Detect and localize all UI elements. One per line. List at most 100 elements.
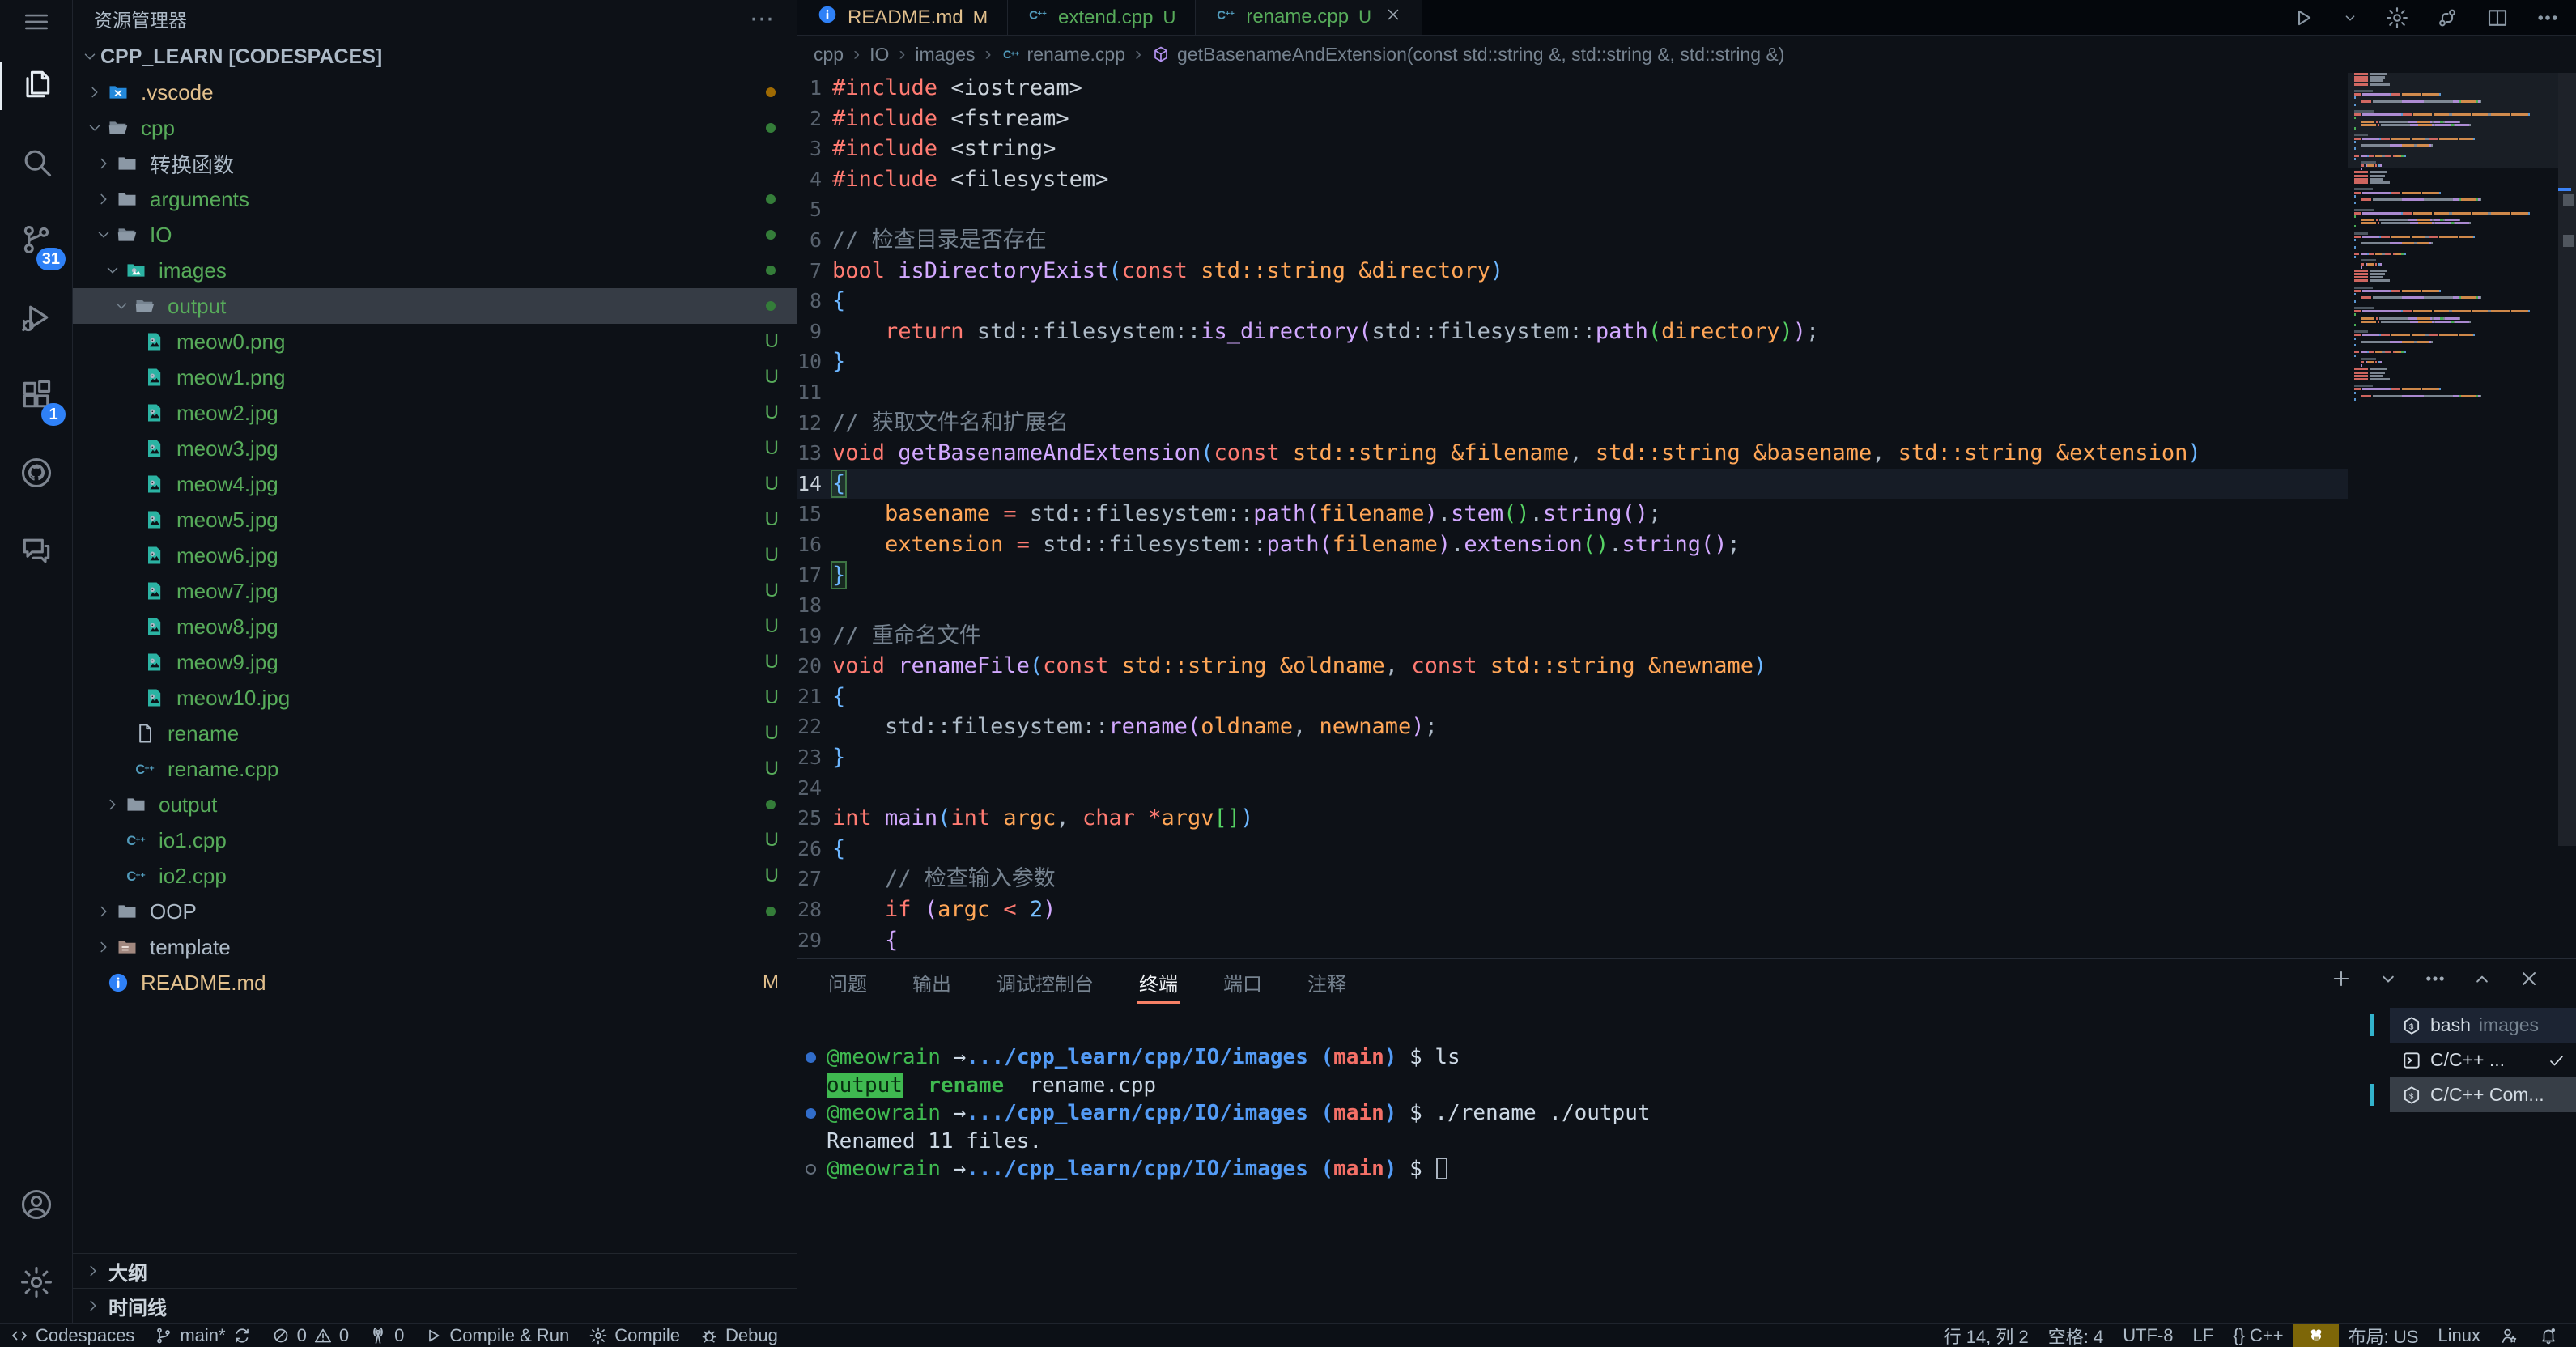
tree-item-meow7.jpg[interactable]: meow7.jpgU xyxy=(73,573,797,609)
close-icon[interactable] xyxy=(1384,6,1402,29)
status-os[interactable]: Linux xyxy=(2428,1324,2490,1347)
breadcrumb-item[interactable]: IO xyxy=(869,44,889,66)
breadcrumb-item[interactable]: getBasenameAndExtension(const std::strin… xyxy=(1151,44,1784,66)
tree-item-meow0.png[interactable]: meow0.pngU xyxy=(73,324,797,359)
tree-item-output[interactable]: output xyxy=(73,787,797,822)
terminal-instance-bash[interactable]: $bashimages xyxy=(2390,1008,2576,1043)
activitybar-settings[interactable] xyxy=(0,1245,72,1323)
tree-item-meow2.jpg[interactable]: meow2.jpgU xyxy=(73,395,797,431)
close-panel-icon[interactable] xyxy=(2518,967,2540,990)
status-feedback[interactable] xyxy=(2490,1324,2529,1347)
tree-item-rename.cpp[interactable]: C++rename.cppU xyxy=(73,751,797,787)
terminal[interactable]: @meowrain →.../cpp_learn/cpp/IO/images (… xyxy=(797,1043,2374,1323)
tree-item-output[interactable]: output xyxy=(73,288,797,324)
status-mascot[interactable] xyxy=(2293,1324,2339,1347)
activitybar-search[interactable] xyxy=(0,125,72,202)
status-remote[interactable]: Codespaces xyxy=(0,1324,144,1347)
status-encoding[interactable]: UTF-8 xyxy=(2113,1324,2183,1347)
panel-tab-注释[interactable]: 注释 xyxy=(1306,960,1348,1004)
tree-item-cpp[interactable]: cpp xyxy=(73,110,797,146)
command-decoration[interactable] xyxy=(806,1108,816,1119)
run-dropdown-icon[interactable] xyxy=(2341,9,2359,27)
status-keyboard-layout[interactable]: 布局: US xyxy=(2339,1324,2429,1347)
open-changes-icon[interactable] xyxy=(2435,6,2459,30)
git-status-badge: U xyxy=(765,508,779,531)
tree-item-README.md[interactable]: README.mdM xyxy=(73,965,797,1001)
panel-tab-端口[interactable]: 端口 xyxy=(1222,960,1264,1004)
activitybar-github[interactable] xyxy=(0,436,72,513)
tab-rename.cpp[interactable]: C++rename.cppU xyxy=(1196,0,1422,35)
status-problems[interactable]: 00 xyxy=(261,1324,359,1347)
tree-item-OOP[interactable]: OOP xyxy=(73,894,797,929)
run-icon[interactable] xyxy=(2291,6,2315,30)
sidebar-section-时间线[interactable]: 时间线 xyxy=(73,1288,797,1323)
tab-extend.cpp[interactable]: C++extend.cppU xyxy=(1008,0,1196,35)
status-notifications[interactable] xyxy=(2529,1324,2568,1347)
activitybar-explorer[interactable] xyxy=(0,47,72,125)
activitybar-menu[interactable] xyxy=(0,0,72,47)
tree-item-meow6.jpg[interactable]: meow6.jpgU xyxy=(73,538,797,573)
line-number: 17 xyxy=(797,560,822,591)
launch-profile-icon[interactable] xyxy=(2377,967,2400,990)
tree-item-转换函数[interactable]: 转换函数 xyxy=(73,146,797,181)
more-actions-icon[interactable]: ⋯ xyxy=(750,5,776,33)
tree-item-io1.cpp[interactable]: C++io1.cppU xyxy=(73,822,797,858)
breadcrumb-separator: › xyxy=(1135,43,1141,66)
settings-gear-icon[interactable] xyxy=(2385,6,2409,30)
tree-item-meow8.jpg[interactable]: meow8.jpgU xyxy=(73,609,797,644)
tree-item-meow5.jpg[interactable]: meow5.jpgU xyxy=(73,502,797,538)
activitybar-extensions[interactable]: 1 xyxy=(0,358,72,436)
activitybar-account[interactable] xyxy=(0,1167,72,1245)
breadcrumb-item[interactable]: images xyxy=(915,44,975,66)
terminal-instance-C-C-[interactable]: C/C++ ... xyxy=(2390,1043,2576,1077)
tree-item-arguments[interactable]: arguments xyxy=(73,181,797,217)
more-actions-icon[interactable] xyxy=(2536,6,2560,30)
tree-item-meow10.jpg[interactable]: meow10.jpgU xyxy=(73,680,797,716)
vertical-scrollbar[interactable] xyxy=(2558,73,2576,958)
tree-item-io2.cpp[interactable]: C++io2.cppU xyxy=(73,858,797,894)
views-more-icon[interactable] xyxy=(2424,967,2446,990)
new-terminal-icon[interactable] xyxy=(2330,967,2353,990)
tab-dirty-badge: U xyxy=(1163,7,1175,28)
tree-item-meow1.png[interactable]: meow1.pngU xyxy=(73,359,797,395)
tree-item-images[interactable]: images xyxy=(73,253,797,288)
activitybar-comments[interactable] xyxy=(0,513,72,591)
breadcrumb-item[interactable]: C++rename.cpp xyxy=(1001,44,1125,66)
command-decoration[interactable] xyxy=(806,1164,816,1175)
status-compile-run[interactable]: Compile & Run xyxy=(414,1324,579,1347)
panel-tab-问题[interactable]: 问题 xyxy=(827,960,869,1004)
sidebar-header: 资源管理器 ⋯ xyxy=(73,0,797,37)
tree-item-meow9.jpg[interactable]: meow9.jpgU xyxy=(73,644,797,680)
terminal-instance-C-C-Com-[interactable]: $C/C++ Com... xyxy=(2390,1077,2576,1112)
status-branch[interactable]: main* xyxy=(144,1324,261,1347)
status-eol[interactable]: LF xyxy=(2183,1324,2224,1347)
status-cursor-position[interactable]: 行 14, 列 2 xyxy=(1934,1324,2038,1347)
tree-item-rename[interactable]: renameU xyxy=(73,716,797,751)
panel-tab-终端[interactable]: 终端 xyxy=(1137,960,1180,1004)
sidebar-section-大纲[interactable]: 大纲 xyxy=(73,1253,797,1288)
maximize-panel-icon[interactable] xyxy=(2471,967,2493,990)
minimap[interactable] xyxy=(2348,73,2558,958)
tree-item-CPP_LEARN-CODESPACES-[interactable]: CPP_LEARN [CODESPACES] xyxy=(73,39,797,74)
sidebar-sections: 大纲时间线 xyxy=(73,1253,797,1323)
panel-tab-调试控制台[interactable]: 调试控制台 xyxy=(995,960,1095,1004)
activitybar-source-control[interactable]: 31 xyxy=(0,202,72,280)
status-indentation[interactable]: 空格: 4 xyxy=(2038,1324,2113,1347)
status-language[interactable]: {} C++ xyxy=(2223,1324,2293,1347)
code-editor[interactable]: 1#include <iostream>2#include <fstream>3… xyxy=(797,73,2576,958)
breadcrumb-item[interactable]: cpp xyxy=(814,44,844,66)
panel-tab-输出[interactable]: 输出 xyxy=(911,960,953,1004)
tree-item-meow3.jpg[interactable]: meow3.jpgU xyxy=(73,431,797,466)
tab-README.md[interactable]: README.mdM xyxy=(797,0,1008,35)
activitybar-run-debug[interactable] xyxy=(0,280,72,358)
tree-item-IO[interactable]: IO xyxy=(73,217,797,253)
tree-item-template[interactable]: template xyxy=(73,929,797,965)
status-ports[interactable]: 0 xyxy=(359,1324,414,1347)
line-number: 3 xyxy=(797,134,822,164)
split-editor-icon[interactable] xyxy=(2485,6,2510,30)
status-compile[interactable]: Compile xyxy=(579,1324,690,1347)
command-decoration[interactable] xyxy=(806,1052,816,1063)
status-debug[interactable]: Debug xyxy=(690,1324,788,1347)
tree-item-meow4.jpg[interactable]: meow4.jpgU xyxy=(73,466,797,502)
tree-item-.vscode[interactable]: .vscode xyxy=(73,74,797,110)
